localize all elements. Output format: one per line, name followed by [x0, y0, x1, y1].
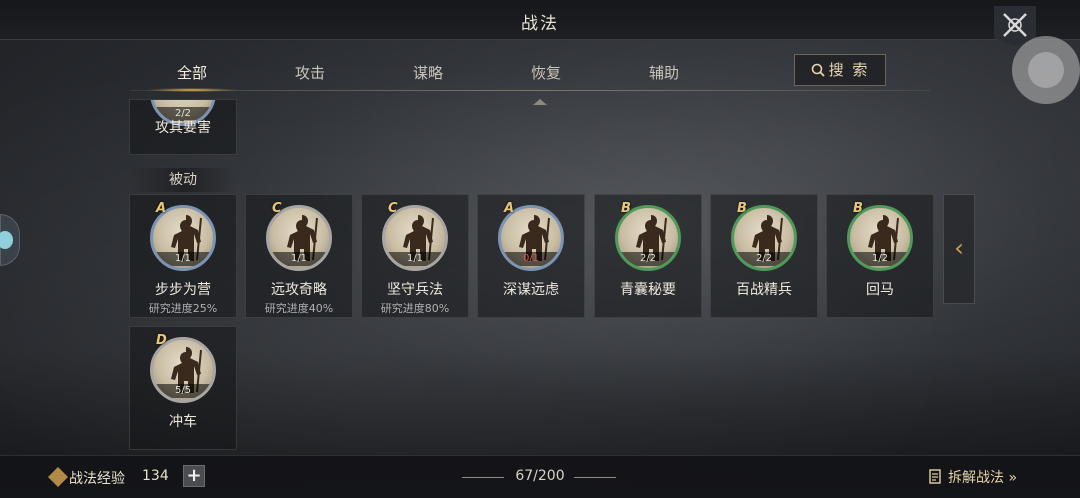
decompose-button[interactable]: 拆解战法 » [928, 467, 1017, 487]
skill-card[interactable]: 2/2 B 青囊秘要 [594, 194, 702, 318]
search-button[interactable]: 搜 索 [794, 54, 886, 86]
skill-name: 坚守兵法 [387, 282, 443, 298]
skill-card[interactable]: 1/1 A 步步为营研究进度25% [129, 194, 237, 318]
skill-card[interactable]: 1/1 C 坚守兵法研究进度80% [361, 194, 469, 318]
skill-card[interactable]: 1/1 C 远攻奇略研究进度40% [245, 194, 353, 318]
skill-grade-badge: B [737, 201, 747, 216]
skill-grade-badge: A [504, 201, 515, 216]
page-title: 战法 [521, 14, 559, 34]
skill-card[interactable]: 0/1 A 深谋远虑 [477, 194, 585, 318]
search-label: 搜 索 [828, 61, 870, 79]
tab-strategy[interactable]: 谋略 [378, 56, 478, 90]
skill-level: 2/2 [618, 252, 678, 266]
skill-name: 回马 [866, 282, 894, 298]
divider-line [574, 477, 616, 478]
document-icon [929, 469, 941, 484]
tab-attack[interactable]: 攻击 [260, 56, 360, 90]
tab-assist[interactable]: 辅助 [614, 56, 714, 90]
skill-research-progress: 研究进度80% [380, 302, 450, 315]
crossed-swords-icon [1003, 13, 1027, 37]
section-label-passive: 被动 [130, 168, 236, 192]
skill-name: 攻其要害 [155, 120, 211, 136]
skill-name: 百战精兵 [736, 282, 792, 298]
skill-card[interactable]: 2/2 B 百战精兵 [710, 194, 818, 318]
skill-research-progress: 研究进度40% [264, 302, 334, 315]
skill-name: 步步为营 [155, 282, 211, 298]
side-drawer-handle[interactable] [0, 214, 20, 266]
title-bar: 战法 [0, 0, 1080, 40]
decompose-label: 拆解战法 » [948, 470, 1018, 486]
skill-level: 1/2 [850, 252, 910, 266]
skill-grade-badge: A [156, 201, 167, 216]
expand-arrow-button[interactable]: ‹ [943, 194, 975, 304]
skill-grade-badge: B [621, 201, 631, 216]
search-icon [811, 63, 825, 77]
skill-grade-badge: C [388, 201, 398, 216]
skill-level: 5/5 [153, 384, 213, 398]
skill-grade-badge: C [272, 201, 282, 216]
skill-research-progress: 研究进度25% [148, 302, 218, 315]
tab-divider [130, 90, 930, 91]
tab-all[interactable]: 全部 [142, 56, 242, 92]
skill-card-partial[interactable]: 2/2 攻其要害 [129, 99, 237, 155]
tab-caret-icon [533, 99, 547, 105]
floating-assistive-ball[interactable] [1012, 36, 1080, 104]
skill-level: 1/1 [153, 252, 213, 266]
skill-level: 0/1 [501, 252, 561, 266]
tab-recovery[interactable]: 恢复 [496, 56, 596, 90]
skill-name: 远攻奇略 [271, 282, 327, 298]
skill-level: 1/1 [385, 252, 445, 266]
skill-name: 深谋远虑 [503, 282, 559, 298]
skill-name: 青囊秘要 [620, 282, 676, 298]
bottom-bar: 战法经验 134 + 67/200 拆解战法 » [0, 455, 1080, 498]
skill-level: 1/1 [269, 252, 329, 266]
skill-card[interactable]: 5/5 D 冲车 [129, 326, 237, 450]
skill-level: 2/2 [734, 252, 794, 266]
skill-name: 冲车 [169, 414, 197, 430]
skill-capacity: 67/200 [515, 468, 565, 484]
skill-grade-badge: D [156, 333, 167, 348]
skill-card[interactable]: 1/2 B 回马 [826, 194, 934, 318]
skill-grade-badge: B [853, 201, 863, 216]
